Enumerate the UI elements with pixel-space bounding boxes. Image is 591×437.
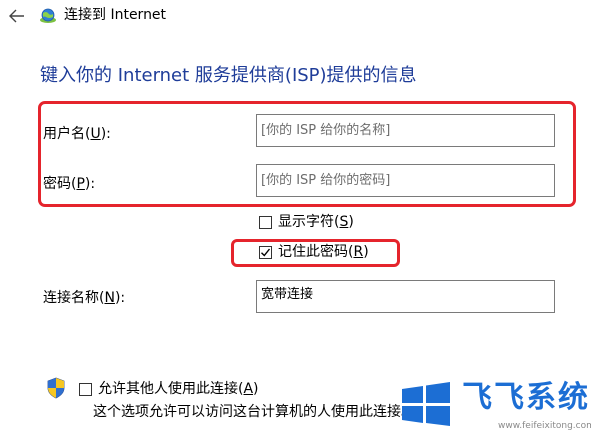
- show-characters-checkbox[interactable]: [259, 215, 272, 229]
- uac-shield-icon: [47, 377, 65, 399]
- window-title: 连接到 Internet: [64, 7, 167, 23]
- page-title: 键入你的 Internet 服务提供商(ISP)提供的信息: [40, 65, 417, 86]
- watermark-url: www.feifeixitong.com: [498, 421, 591, 431]
- windows-logo-watermark: [402, 382, 450, 426]
- connection-name-input[interactable]: [256, 280, 555, 313]
- connection-name-label: 连接名称(N):: [43, 290, 126, 306]
- allow-others-description: 这个选项允许可以访问这台计算机的人使用此连接。: [93, 404, 415, 420]
- annotation-box-credentials: [38, 101, 576, 207]
- show-characters-label: 显示字符(S): [278, 214, 354, 230]
- allow-others-checkbox[interactable]: [79, 382, 92, 396]
- show-characters-option[interactable]: 显示字符(S): [259, 212, 354, 232]
- annotation-box-remember-password: [231, 239, 400, 267]
- allow-others-option[interactable]: 允许其他人使用此连接(A): [79, 379, 259, 399]
- watermark-brand: 飞飞系统: [462, 380, 590, 415]
- back-button[interactable]: [4, 6, 30, 26]
- allow-others-label: 允许其他人使用此连接(A): [98, 381, 259, 397]
- back-arrow-icon: [9, 9, 24, 23]
- network-globe-icon: [40, 8, 56, 23]
